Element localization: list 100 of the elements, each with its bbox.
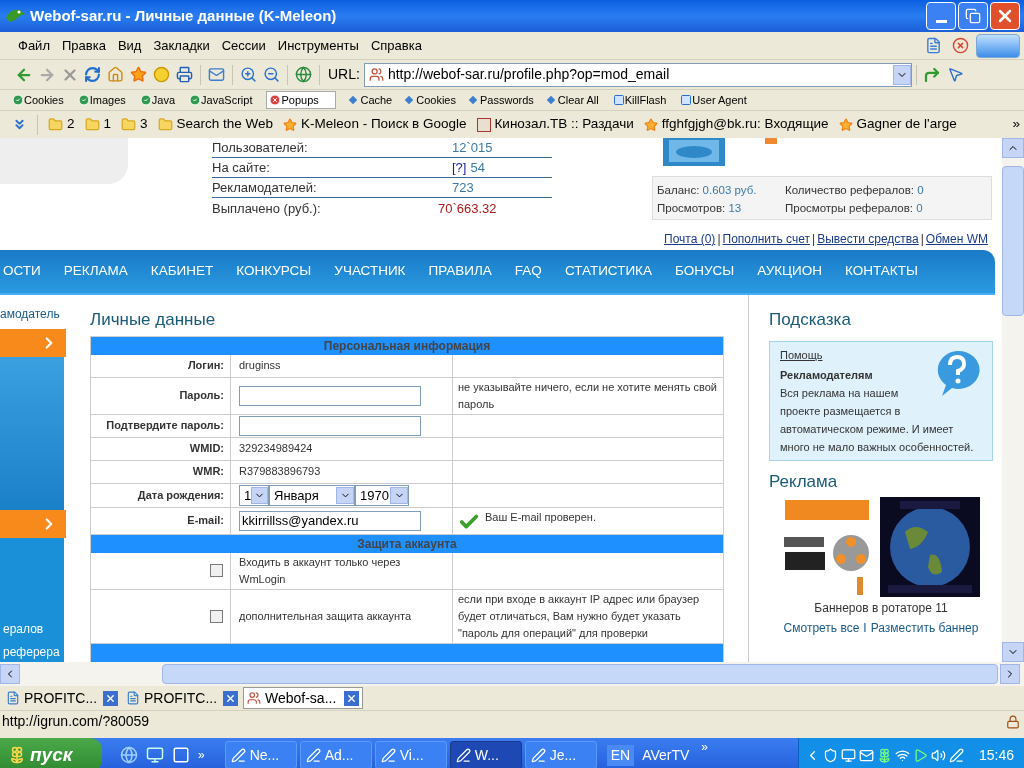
account-link[interactable]: Вывести средства <box>817 230 919 248</box>
nav-link[interactable]: АУКЦИОН <box>757 261 823 282</box>
plugin-toggle[interactable]: Java <box>139 91 176 109</box>
taskbar-button[interactable]: Vi... <box>374 741 447 768</box>
plugin-toggle[interactable]: User Agent <box>680 91 747 109</box>
nav-link[interactable]: БОНУСЫ <box>675 261 735 282</box>
mail-icon[interactable] <box>858 747 874 763</box>
nav-link[interactable]: ПРАВИЛА <box>428 261 492 282</box>
select-field[interactable]: 1 <box>239 484 269 506</box>
arrow-icon[interactable] <box>912 747 928 763</box>
plugin-toggle[interactable]: Images <box>77 91 126 109</box>
bookmark-item[interactable]: Search the Web <box>157 114 274 135</box>
more-button[interactable]: » <box>198 746 205 764</box>
plugin-toggle[interactable]: Popups <box>266 90 337 110</box>
shield-icon[interactable] <box>822 747 838 763</box>
menu-item[interactable]: Инструменты <box>271 35 365 56</box>
folder-icon <box>48 117 63 132</box>
wifi-icon[interactable] <box>894 747 910 763</box>
minimize-button[interactable] <box>926 2 956 30</box>
option-text: дополнительная защита аккаунта <box>239 608 412 624</box>
field-label: Пароль: <box>179 388 224 404</box>
plugin-toggle[interactable]: KillFlash <box>612 91 667 109</box>
bookmark-item[interactable]: 1 <box>84 114 112 135</box>
menu-item[interactable]: Правка <box>55 35 112 56</box>
nav-link[interactable]: FAQ <box>514 261 542 282</box>
more-button[interactable]: » <box>701 738 709 756</box>
vertical-scrollbar[interactable] <box>1002 138 1024 662</box>
bookmark-item[interactable]: K-Meleon - Поиск в Google <box>283 114 467 135</box>
more-bookmarks[interactable]: » <box>1012 114 1024 135</box>
browser-tab[interactable]: PROFITC... <box>3 687 121 709</box>
url-field[interactable]: http://webof-sar.ru/profile.php?op=mod_email <box>363 62 912 87</box>
scroll-thumb[interactable] <box>1002 166 1024 316</box>
close-button[interactable] <box>990 2 1020 30</box>
bookmark-item[interactable]: ffghfgjgh@bk.ru: Входящие <box>643 114 829 135</box>
account-link[interactable]: Обмен WM <box>925 230 988 248</box>
plugin-toggle[interactable]: Clear All <box>547 91 599 109</box>
nav-link[interactable]: ОСТИ <box>3 261 41 282</box>
checkbox[interactable] <box>210 609 223 623</box>
bookmark-item[interactable]: Gagner de l'arge <box>838 114 957 135</box>
taskbar-button[interactable]: Je... <box>524 741 597 768</box>
input-field[interactable] <box>239 385 421 406</box>
nav-link[interactable]: УЧАСТНИК <box>334 261 406 282</box>
volume-icon[interactable] <box>930 747 946 763</box>
window-icon[interactable] <box>172 746 190 764</box>
banner-count: Баннеров в ротаторе 11 <box>813 600 949 617</box>
nav-link[interactable]: РЕКЛАМА <box>63 261 128 282</box>
stat-label: Пользователей: <box>212 138 309 157</box>
select-field[interactable]: Января <box>269 484 355 506</box>
scroll-thumb[interactable] <box>162 664 998 684</box>
input-field[interactable] <box>239 415 421 436</box>
menu-item[interactable]: Файл <box>12 35 56 56</box>
plugin-toggle[interactable]: Cache <box>350 91 393 109</box>
dropdown-icon <box>892 64 911 85</box>
browser-icon[interactable] <box>120 746 138 764</box>
account-link[interactable]: Почта (0) <box>664 230 716 248</box>
help-link[interactable]: [?] <box>452 157 467 177</box>
start-button[interactable]: пуск <box>0 738 102 768</box>
page-icon <box>6 691 20 705</box>
account-link[interactable]: Пополнить счет <box>722 230 810 248</box>
plugin-toggle[interactable]: Passwords <box>470 91 534 109</box>
close-tab-icon[interactable] <box>223 690 238 706</box>
taskbar-button[interactable]: Ad... <box>299 741 372 768</box>
horizontal-scrollbar[interactable] <box>0 662 1024 686</box>
nav-link[interactable]: КАБИНЕТ <box>150 261 214 282</box>
window-title: Webof-sar.ru - Личные данные (K-Meleon) <box>30 5 337 26</box>
menu-item[interactable]: Сессии <box>215 35 272 56</box>
bookmark-item[interactable]: 2 <box>48 114 75 135</box>
plugin-toggle[interactable]: JavaScript <box>189 91 253 109</box>
browser-tab[interactable]: PROFITC... <box>123 687 241 709</box>
ads-link[interactable]: Смотреть все <box>783 619 860 637</box>
taskbar-button[interactable]: Ne... <box>224 741 297 768</box>
menu-item[interactable]: Вид <box>111 35 148 56</box>
scroll-right-icon <box>1000 664 1020 684</box>
restore-button[interactable] <box>958 2 988 30</box>
input-field[interactable]: kkirrillss@yandex.ru <box>239 510 421 531</box>
close-tab-icon[interactable] <box>103 690 118 706</box>
clock: 15:46 <box>978 745 1014 765</box>
checkbox[interactable] <box>210 564 223 577</box>
pen-icon[interactable] <box>948 747 964 763</box>
nav-link[interactable]: КОНКУРСЫ <box>236 261 312 282</box>
tool-icon <box>680 94 693 106</box>
dropdown-icon <box>390 486 408 504</box>
desktop-icon[interactable] <box>146 746 164 764</box>
bookmark-item[interactable]: Кинозал.ТВ :: Раздачи <box>476 114 634 135</box>
network-icon[interactable] <box>840 747 856 763</box>
nav-link[interactable]: СТАТИСТИКА <box>564 261 652 282</box>
menu-item[interactable]: Справка <box>364 35 428 56</box>
plugin-toggle[interactable]: Cookies <box>406 91 456 109</box>
menu-item[interactable]: Закладки <box>147 35 216 56</box>
browser-tab[interactable]: Webof-sa... <box>243 687 363 709</box>
taskbar-button[interactable]: W... <box>449 741 522 768</box>
nav-link[interactable]: КОНТАКТЫ <box>845 261 918 282</box>
help-link[interactable]: Помощь <box>780 345 823 364</box>
hint-text: Вся реклама на нашем проекте размещается в автоматическом режиме. И имеет много не мало важных особенностей. <box>780 386 974 453</box>
folder-icon <box>121 117 137 132</box>
select-field[interactable]: 1970 <box>355 484 409 506</box>
bookmark-item[interactable]: 3 <box>121 114 148 135</box>
ads-link[interactable]: Разместить баннер <box>870 619 979 637</box>
close-tab-icon[interactable] <box>344 690 359 706</box>
plugin-toggle[interactable]: Cookies <box>12 91 64 109</box>
